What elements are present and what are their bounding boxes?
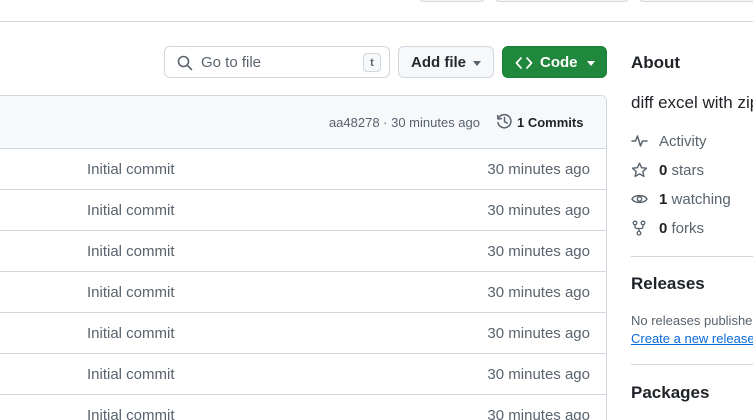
top-strip <box>0 0 753 22</box>
no-releases-text: No releases published <box>631 313 753 328</box>
chevron-down-icon <box>587 61 595 66</box>
code-icon <box>515 57 533 69</box>
search-icon <box>177 55 193 71</box>
watching-count: 1 <box>659 191 668 208</box>
commit-hash-time[interactable]: aa48278 · 30 minutes ago <box>329 115 480 130</box>
commit-time: 30 minutes ago <box>487 161 590 178</box>
top-tab[interactable] <box>494 0 630 2</box>
latest-commit-header: aa48278 · 30 minutes ago 1 Commits <box>0 96 606 149</box>
commit-message-link[interactable]: Initial commit <box>87 407 175 420</box>
repo-description: diff excel with zip <box>631 93 753 112</box>
commit-time: 30 minutes ago <box>487 407 590 420</box>
file-row: Initial commit 30 minutes ago <box>0 395 606 420</box>
commit-time: 30 minutes ago <box>487 284 590 301</box>
stars-count: 0 <box>659 162 668 179</box>
forks-label: forks <box>671 220 705 237</box>
activity-label: Activity <box>659 133 707 150</box>
commit-time: 30 minutes ago <box>487 325 590 342</box>
chevron-down-icon <box>473 61 481 66</box>
go-to-file-placeholder: Go to file <box>201 54 262 71</box>
commit-message-link[interactable]: Initial commit <box>87 284 175 301</box>
commit-message-link[interactable]: Initial commit <box>87 161 175 178</box>
file-row: Initial commit 30 minutes ago <box>0 313 606 354</box>
add-file-button[interactable]: Add file <box>398 46 494 78</box>
fork-icon <box>632 220 646 236</box>
commit-time: 30 minutes ago <box>487 243 590 260</box>
commits-link[interactable]: 1 Commits <box>517 115 583 130</box>
eye-icon <box>631 194 648 204</box>
commit-time: 30 minutes ago <box>487 366 590 383</box>
file-row: Initial commit 30 minutes ago <box>0 231 606 272</box>
file-table: aa48278 · 30 minutes ago 1 Commits Initi… <box>0 95 607 420</box>
stars-label: stars <box>671 162 705 179</box>
releases-heading[interactable]: Releases <box>631 274 705 294</box>
file-row: Initial commit 30 minutes ago <box>0 149 606 190</box>
file-row: Initial commit 30 minutes ago <box>0 272 606 313</box>
about-heading: About <box>631 53 681 72</box>
commit-message-link[interactable]: Initial commit <box>87 325 175 342</box>
code-button[interactable]: Code <box>502 46 607 78</box>
sidebar-divider <box>631 364 753 365</box>
sidebar-divider <box>631 256 753 257</box>
star-icon <box>631 162 648 178</box>
go-to-file-input[interactable]: Go to file t <box>164 46 390 78</box>
keyboard-shortcut-hint: t <box>363 53 381 72</box>
commit-message-link[interactable]: Initial commit <box>87 202 175 219</box>
history-icon <box>496 113 512 129</box>
packages-heading[interactable]: Packages <box>631 383 709 403</box>
watching-label: watching <box>671 191 731 208</box>
pulse-icon <box>631 135 648 147</box>
commit-time: 30 minutes ago <box>487 202 590 219</box>
top-tab[interactable] <box>638 0 753 2</box>
add-file-label: Add file <box>411 54 466 71</box>
commit-message-link[interactable]: Initial commit <box>87 243 175 260</box>
top-tab[interactable] <box>418 0 486 2</box>
code-label: Code <box>540 54 578 71</box>
create-release-link[interactable]: Create a new release <box>631 331 753 346</box>
file-row: Initial commit 30 minutes ago <box>0 354 606 395</box>
commit-message-link[interactable]: Initial commit <box>87 366 175 383</box>
forks-count: 0 <box>659 220 668 237</box>
file-row: Initial commit 30 minutes ago <box>0 190 606 231</box>
